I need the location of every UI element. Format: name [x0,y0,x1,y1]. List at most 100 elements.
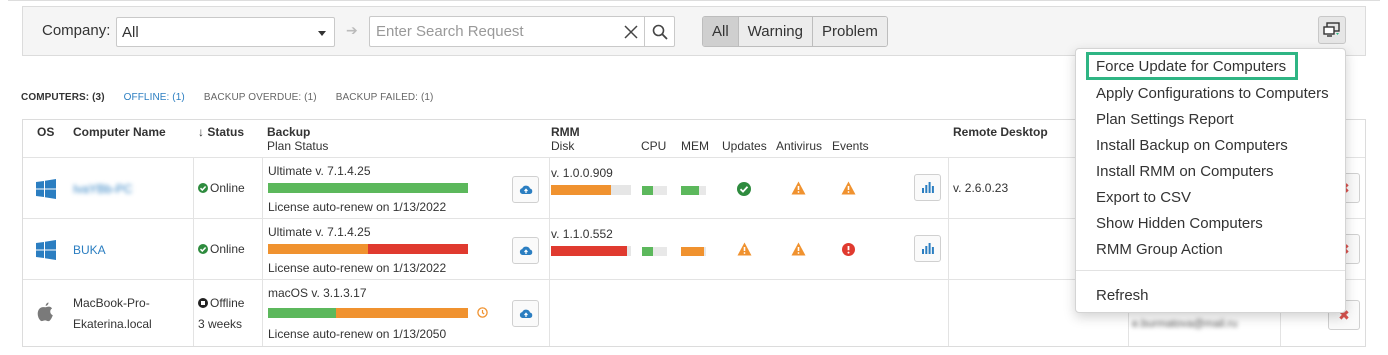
tab-backup-overdue[interactable]: BACKUP OVERDUE: (1) [204,92,317,103]
status-text: Online [210,242,245,256]
tab-backup-failed[interactable]: BACKUP FAILED: (1) [336,92,434,103]
disk-usage-bar [551,185,631,195]
backup-version: Ultimate v. 7.1.4.25 [268,164,371,178]
chevron-down-icon [318,31,326,36]
cpu-usage-fill [642,247,654,256]
online-check-icon [198,183,208,193]
cpu-usage-fill [642,186,654,195]
filter-all-button[interactable]: All [703,17,739,46]
col-divider [948,157,949,346]
apple-icon [37,302,53,322]
computer-name-line1[interactable]: MacBook-Pro- [73,296,150,310]
backup-plan-bar [268,308,468,318]
status-duration: 3 weeks [198,317,243,331]
disk-usage-bar [551,246,631,256]
cloud-upload-icon [519,309,532,318]
cpu-usage-bar [642,247,667,256]
updates-warning-icon[interactable] [737,242,752,256]
computer-name-link[interactable]: IvaYBb-PC [73,182,132,196]
license-text: License auto-renew on 1/13/2022 [268,200,447,214]
rmm-version: v. 1.1.0.552 [551,227,613,241]
header-computer-name[interactable]: Computer Name [73,125,166,139]
search-box [369,16,675,47]
search-input[interactable] [370,17,640,46]
menu-item-rmm-group-action[interactable]: RMM Group Action [1096,241,1223,258]
offline-icon [198,298,208,308]
clear-icon[interactable] [622,23,640,41]
header-os[interactable]: OS [37,125,54,139]
owner-email: e.burmatova@mail.ru [1132,318,1238,330]
search-button[interactable] [644,17,674,46]
updates-ok-icon[interactable] [737,182,751,196]
menu-item-export-csv[interactable]: Export to CSV [1096,189,1191,206]
header-backup[interactable]: Backup [267,125,310,139]
actions-dropdown-menu: Force Update for Computers Apply Configu… [1075,48,1346,313]
computer-name-link[interactable]: BUKA [73,243,106,257]
backup-version: macOS v. 3.1.3.17 [268,286,367,300]
disk-usage-fill [551,185,611,195]
header-status[interactable]: ↓ Status [198,125,244,139]
menu-divider [1076,270,1345,271]
header-updates: Updates [722,139,767,153]
computer-name-line2[interactable]: Ekaterina.local [73,317,152,331]
status-text: Offline [210,296,245,310]
menu-item-show-hidden[interactable]: Show Hidden Computers [1096,215,1263,232]
events-warning-icon[interactable] [841,181,856,195]
status-filter-group: All Warning Problem [702,16,888,47]
cpu-usage-bar [642,186,667,195]
tab-offline[interactable]: OFFLINE: (1) [124,92,185,103]
cloud-upload-icon [519,246,532,255]
col-divider [193,157,194,346]
company-select[interactable]: All [116,17,335,47]
monitor-icon [1323,22,1340,37]
backup-bar-segment [368,244,468,254]
header-disk: Disk [551,139,575,153]
header-mem: MEM [681,139,709,153]
tab-computers[interactable]: COMPUTERS: (3) [21,92,105,103]
backup-bar-segment [268,308,336,318]
rmm-chart-button[interactable] [914,235,941,262]
backup-bar-segment [268,244,368,254]
company-label: Company: [42,22,111,39]
disk-usage-fill [551,246,627,256]
actions-menu-button[interactable] [1318,16,1346,44]
mem-usage-bar [681,247,706,256]
menu-item-apply-configurations[interactable]: Apply Configurations to Computers [1096,85,1329,102]
menu-item-force-update[interactable]: Force Update for Computers [1086,52,1298,80]
menu-item-install-backup[interactable]: Install Backup on Computers [1096,137,1288,154]
header-remote-desktop[interactable]: Remote Desktop [953,125,1048,139]
menu-item-refresh[interactable]: Refresh [1096,287,1149,304]
rmm-version: v. 1.0.0.909 [551,166,613,180]
header-antivirus: Antivirus [776,139,823,153]
header-cpu: CPU [641,139,667,153]
antivirus-warning-icon[interactable] [791,181,806,195]
license-text: License auto-renew on 1/13/2050 [268,327,447,341]
filter-problem-button[interactable]: Problem [812,17,887,46]
backup-plan-bar [268,244,468,254]
events-error-icon[interactable] [842,243,855,256]
windows-icon [36,240,56,260]
backup-plan-bar [268,183,468,193]
backup-cloud-button[interactable] [512,300,539,327]
summary-tabs: COMPUTERS: (3) OFFLINE: (1) BACKUP OVERD… [21,92,452,103]
backup-cloud-button[interactable] [512,237,539,264]
cloud-upload-icon [519,185,532,194]
status-text: Online [210,181,245,195]
search-icon [652,24,668,40]
menu-item-install-rmm[interactable]: Install RMM on Computers [1096,163,1274,180]
bar-chart-icon [921,182,934,193]
online-check-icon [198,244,208,254]
company-select-value: All [122,24,139,41]
mem-usage-fill [681,186,699,195]
backup-bar-segment [336,308,468,318]
header-rmm[interactable]: RMM [551,125,580,139]
clock-icon [477,307,488,318]
bar-chart-icon [921,243,934,254]
backup-cloud-button[interactable] [512,176,539,203]
backup-bar-segment [268,183,468,193]
antivirus-warning-icon[interactable] [791,242,806,256]
rmm-chart-button[interactable] [914,174,941,201]
filter-warning-button[interactable]: Warning [738,17,813,46]
menu-item-plan-settings-report[interactable]: Plan Settings Report [1096,111,1234,128]
header-plan-status: Plan Status [267,139,329,153]
